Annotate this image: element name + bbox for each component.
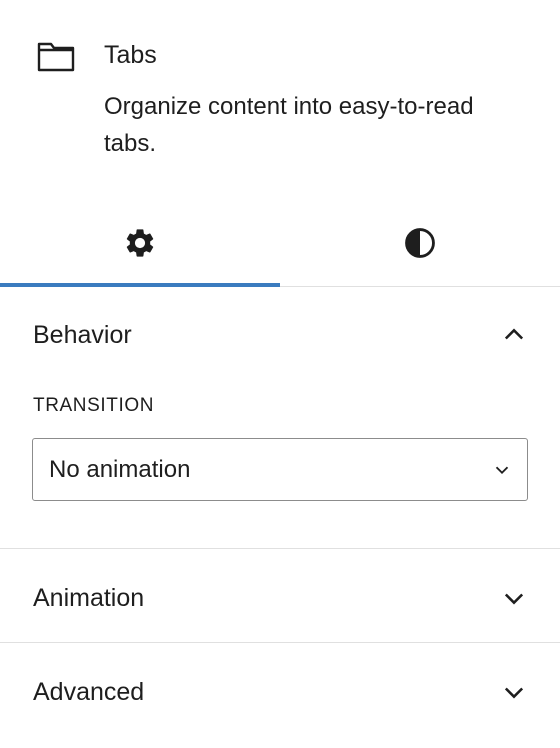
animation-section-title: Animation (33, 583, 145, 612)
chevron-down-icon (504, 687, 524, 699)
section-divider (0, 548, 560, 549)
folder-icon (37, 42, 75, 72)
chevron-up-icon (504, 328, 524, 340)
transition-label: TRANSITION (33, 395, 155, 416)
block-inspector-panel: Tabs Organize content into easy-to-read … (0, 0, 560, 748)
advanced-section-toggle[interactable]: Advanced (0, 645, 560, 739)
inspector-tabs (0, 200, 560, 287)
block-title: Tabs (104, 41, 157, 69)
transition-select[interactable]: No animation (32, 438, 528, 501)
section-divider (0, 642, 560, 643)
transition-select-value: No animation (49, 455, 191, 483)
chevron-down-icon (495, 466, 509, 474)
block-card: Tabs Organize content into easy-to-read … (0, 0, 560, 200)
behavior-section-title: Behavior (33, 320, 132, 349)
behavior-section-toggle[interactable]: Behavior (0, 288, 560, 382)
tab-settings[interactable] (0, 200, 280, 287)
gear-icon (126, 229, 154, 257)
chevron-down-icon (504, 593, 524, 605)
block-description: Organize content into easy-to-read tabs. (104, 93, 474, 157)
tab-styles[interactable] (280, 200, 560, 286)
animation-section-toggle[interactable]: Animation (0, 551, 560, 645)
contrast-icon (405, 228, 435, 258)
advanced-section-title: Advanced (33, 677, 145, 706)
